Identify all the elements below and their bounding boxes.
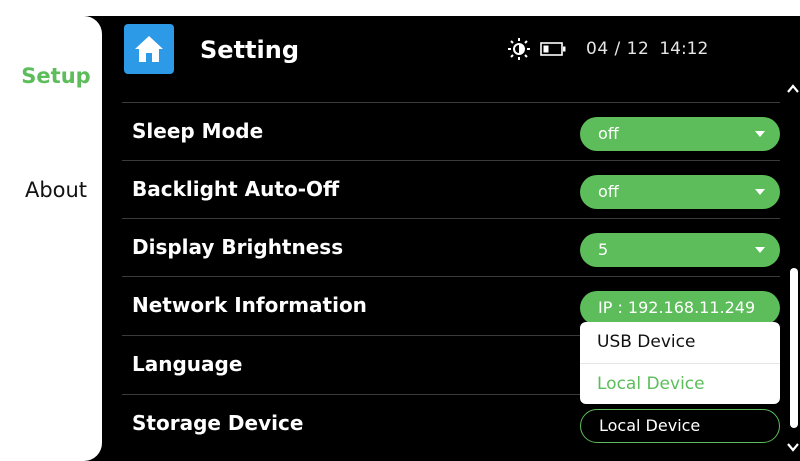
date-text: 04 / 12 [586,39,650,59]
setting-label: Network Information [132,293,367,317]
select-value: off [598,182,619,201]
storage-device-dropdown: USB Device Local Device [580,322,780,404]
setting-label: Sleep Mode [132,119,264,143]
home-icon [135,36,163,62]
page-title: Setting [200,36,299,64]
select-value: off [598,124,619,143]
setting-row-brightness: Display Brightness 5 [122,218,780,276]
select-value: 5 [598,240,609,259]
setting-label: Storage Device [132,411,304,435]
setting-label: Backlight Auto-Off [132,177,340,201]
storage-device-select[interactable]: Local Device [580,409,780,443]
home-button[interactable] [124,24,174,74]
scroll-down-icon[interactable] [786,440,800,454]
display-brightness-select[interactable]: 5 [580,233,780,267]
select-value: Local Device [599,416,701,435]
brightness-icon [508,38,530,60]
setting-label: Display Brightness [132,235,344,259]
sidebar: Setup About [10,16,102,461]
ip-address: IP : 192.168.11.249 [598,298,756,317]
caret-down-icon [755,131,765,137]
status-bar: 04 / 12 14:12 [508,38,708,60]
scrollbar-thumb[interactable] [790,268,798,428]
caret-down-icon [755,247,765,253]
sidebar-item-about[interactable]: About [10,178,102,202]
setting-row-backlight: Backlight Auto-Off off [122,160,780,218]
network-info-display: IP : 192.168.11.249 [580,291,780,325]
setting-label: Language [132,352,243,376]
sidebar-item-setup[interactable]: Setup [10,64,102,88]
battery-icon [540,42,566,56]
setting-row-sleep-mode: Sleep Mode off [122,102,780,160]
time-text: 14:12 [659,39,709,59]
scroll-up-icon[interactable] [786,82,800,96]
sleep-mode-select[interactable]: off [580,117,780,151]
dropdown-option-local-device[interactable]: Local Device [580,363,780,404]
dropdown-option-usb-device[interactable]: USB Device [580,322,780,363]
caret-down-icon [755,189,765,195]
backlight-auto-off-select[interactable]: off [580,175,780,209]
